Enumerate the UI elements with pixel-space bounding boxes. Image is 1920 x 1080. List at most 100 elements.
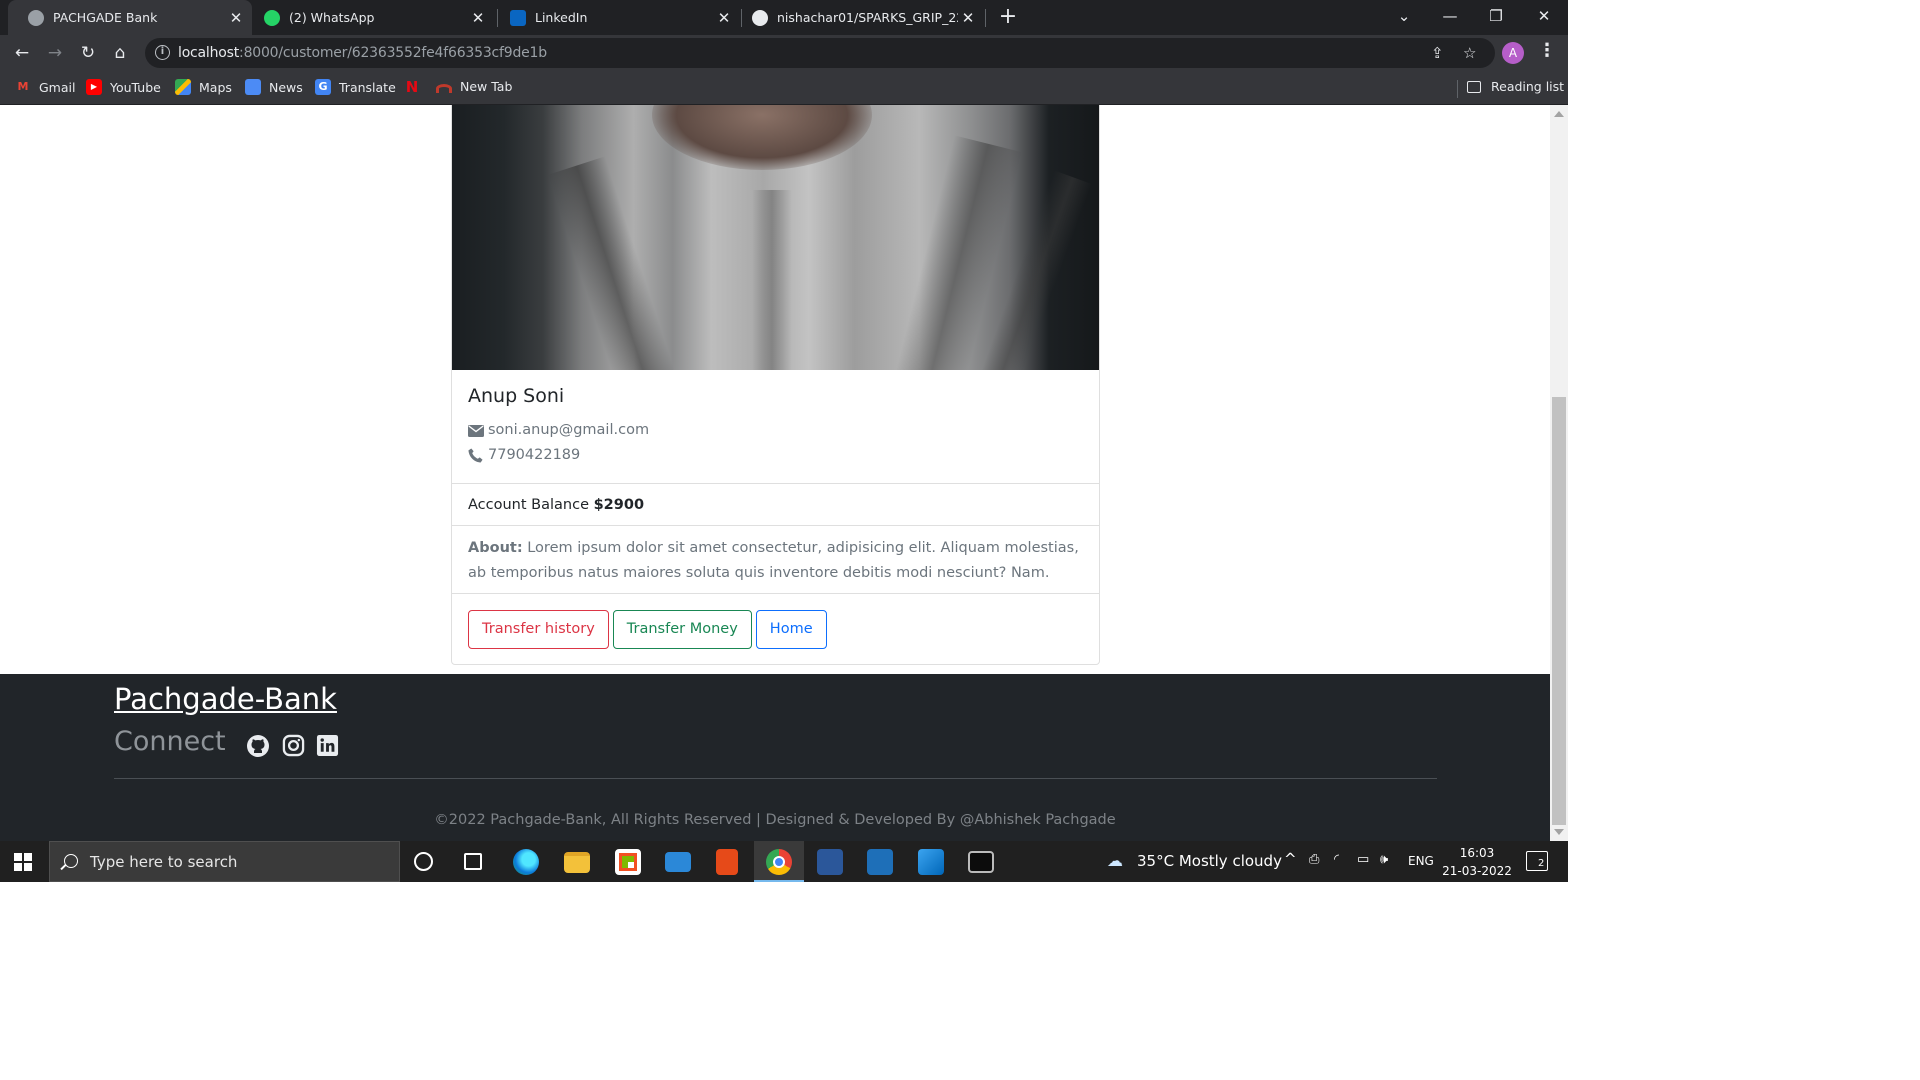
whatsapp-icon (264, 9, 280, 26)
scroll-down-arrow-icon[interactable] (1554, 829, 1564, 835)
forward-arrow-icon[interactable]: → (42, 40, 68, 66)
globe-icon (28, 9, 44, 26)
bookmark-label: YouTube (110, 79, 161, 95)
file-explorer-icon[interactable] (564, 852, 590, 873)
chrome-taskbar-active[interactable] (754, 841, 804, 882)
word-icon[interactable] (817, 849, 843, 875)
footer-copyright: ©2022 Pachgade-Bank, All Rights Reserved… (434, 812, 1116, 828)
customer-details: Anup Soni soni.anup@gmail.com 7790422189 (452, 370, 1099, 484)
tab-pachgade-bank[interactable]: PACHGADE Bank ✕ (8, 0, 252, 35)
linkedin-icon[interactable] (316, 734, 339, 757)
footer-divider (114, 778, 1437, 779)
customer-email-row: soni.anup@gmail.com (468, 418, 1085, 443)
close-tab-icon[interactable]: ✕ (958, 9, 978, 27)
maps-icon (175, 79, 191, 95)
bookmark-divider (1457, 80, 1458, 98)
home-icon[interactable]: ⌂ (107, 40, 133, 66)
weather-text[interactable]: 35°C Mostly cloudy (1137, 852, 1282, 870)
bookmark-label: Maps (199, 79, 232, 95)
site-footer: Pachgade-Bank Connect ©2022 Pachgade-Ban… (0, 674, 1550, 841)
meet-now-icon[interactable]: ⎙ (1309, 852, 1319, 867)
windows-start-icon[interactable] (14, 853, 32, 871)
tab-title: LinkedIn (535, 10, 588, 25)
language-indicator[interactable]: ENG (1408, 854, 1434, 868)
close-window-button[interactable]: ✕ (1521, 0, 1567, 32)
back-arrow-icon[interactable]: ← (9, 40, 35, 66)
browser-toolbar: ← → ↻ ⌂ i localhost:8000/customer/623635… (0, 35, 1568, 71)
notification-count: 2 (1537, 858, 1546, 869)
url-text[interactable]: localhost:8000/customer/62363552fe4f6635… (178, 45, 547, 61)
url-path: :8000/customer/62363552fe4f66353cf9de1b (239, 45, 547, 61)
address-bar[interactable]: i localhost:8000/customer/62363552fe4f66… (145, 38, 1495, 68)
bookmark-youtube[interactable]: ▶ YouTube (86, 79, 161, 95)
bookmark-news[interactable]: News (245, 79, 303, 95)
mail-icon[interactable] (665, 852, 691, 872)
instagram-icon[interactable] (282, 734, 305, 757)
cortana-icon[interactable] (414, 852, 433, 871)
tab-title: (2) WhatsApp (289, 10, 375, 25)
share-icon[interactable]: ⇪ (1431, 44, 1444, 62)
chrome-icon (766, 849, 792, 875)
photo-face-region (652, 105, 872, 170)
weather-cloud-icon[interactable]: ☁ (1107, 851, 1123, 870)
system-clock[interactable]: 16:03 21-03-2022 (1442, 844, 1512, 880)
scrollbar-thumb[interactable] (1552, 397, 1566, 825)
site-info-icon[interactable]: i (155, 45, 170, 60)
youtube-icon: ▶ (86, 79, 102, 95)
wifi-icon[interactable]: ◜ (1334, 852, 1339, 867)
tab-whatsapp[interactable]: (2) WhatsApp ✕ (252, 0, 494, 35)
clock-time: 16:03 (1459, 846, 1495, 860)
show-hidden-icons-chevron-icon[interactable]: ^ (1284, 850, 1297, 868)
scroll-up-arrow-icon[interactable] (1554, 111, 1564, 117)
restore-button[interactable]: ❐ (1473, 0, 1519, 32)
reload-icon[interactable]: ↻ (75, 40, 101, 66)
bookmark-maps[interactable]: Maps (175, 79, 232, 95)
store-icon[interactable] (615, 849, 641, 875)
phone-icon (468, 448, 484, 463)
tab-github[interactable]: nishachar01/SPARKS_GRIP_22_Int ✕ (742, 0, 984, 35)
bookmark-translate[interactable]: G Translate (315, 79, 396, 95)
customer-phone-row: 7790422189 (468, 443, 1085, 468)
terminal-icon[interactable] (968, 851, 994, 873)
browser-menu-icon[interactable]: ⋮ (1538, 40, 1556, 61)
transfer-history-button[interactable]: Transfer history (468, 610, 609, 649)
edge-icon[interactable] (513, 849, 539, 875)
page-scrollbar[interactable] (1550, 105, 1568, 841)
reading-list-button[interactable]: Reading list (1467, 79, 1564, 94)
balance-value: $2900 (593, 497, 645, 513)
battery-icon[interactable]: ▭ (1357, 852, 1369, 867)
bookmark-label: Gmail (39, 79, 76, 95)
close-tab-icon[interactable]: ✕ (226, 9, 246, 27)
task-view-icon[interactable] (464, 853, 482, 870)
about-label: About: (468, 540, 523, 556)
notification-center-icon[interactable]: 2 (1526, 851, 1548, 871)
office-icon[interactable] (716, 849, 738, 875)
account-balance-row: Account Balance $2900 (452, 484, 1099, 526)
bookmark-gmail[interactable]: M Gmail (15, 79, 76, 95)
bookmark-label: Translate (339, 79, 396, 95)
profile-avatar[interactable]: A (1502, 42, 1524, 64)
photo-hoodie-fold (547, 156, 677, 370)
bookmark-new-tab[interactable]: New Tab (436, 79, 512, 94)
close-tab-icon[interactable]: ✕ (468, 9, 488, 27)
customer-card: Anup Soni soni.anup@gmail.com 7790422189… (451, 105, 1100, 665)
media-player-icon[interactable] (867, 849, 893, 875)
github-icon[interactable] (246, 734, 269, 757)
bookmark-netflix[interactable]: N (404, 79, 428, 95)
tab-search-icon[interactable]: ⌄ (1381, 0, 1427, 32)
customer-name: Anup Soni (468, 385, 565, 407)
reading-list-label: Reading list (1491, 79, 1565, 94)
bookmark-star-icon[interactable]: ☆ (1463, 44, 1476, 62)
customer-phone: 7790422189 (488, 447, 581, 463)
minimize-button[interactable]: — (1427, 0, 1473, 32)
home-button[interactable]: Home (755, 610, 827, 649)
volume-icon[interactable]: 🕪 (1380, 852, 1388, 867)
close-tab-icon[interactable]: ✕ (714, 9, 734, 27)
transfer-money-button[interactable]: Transfer Money (612, 610, 752, 649)
translate-icon: G (315, 79, 331, 95)
vscode-icon[interactable] (918, 849, 944, 875)
new-tab-button[interactable]: + (996, 4, 1020, 30)
tab-linkedin[interactable]: LinkedIn ✕ (498, 0, 740, 35)
footer-brand-link[interactable]: Pachgade-Bank (114, 682, 337, 716)
taskbar-search-box[interactable]: Type here to search (49, 841, 400, 882)
